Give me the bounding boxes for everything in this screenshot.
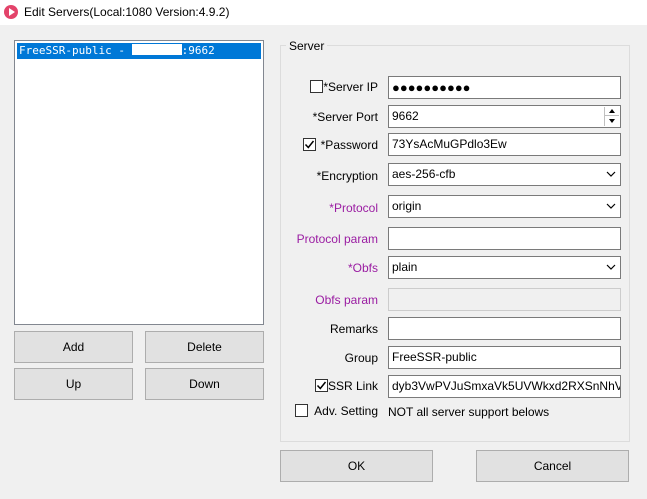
protocol-label: *Protocol [329,201,378,215]
remarks-input[interactable] [388,317,621,340]
protocol-value: origin [392,199,422,213]
window-title: Edit Servers(Local:1080 Version:4.9.2) [24,5,230,19]
password-checkbox[interactable] [303,138,316,151]
check-icon [304,140,315,149]
adv-setting-label[interactable]: Adv. Setting [314,404,378,418]
spin-down-button[interactable] [605,116,619,125]
list-item-port: :9662 [181,44,215,57]
ssr-link-input[interactable]: dyb3VwPVJuSmxaVk5UVWkxd2RXSnNhV00 [388,375,621,398]
password-label: *Password [320,138,378,152]
cancel-button[interactable]: Cancel [476,450,629,482]
server-port-value: 9662 [392,109,419,123]
title-bar: Edit Servers(Local:1080 Version:4.9.2) [0,0,647,25]
ok-button[interactable]: OK [280,450,433,482]
ssr-link-label: SSR Link [327,379,378,393]
add-button[interactable]: Add [14,331,133,363]
spin-up-button[interactable] [605,107,619,116]
up-button[interactable]: Up [14,368,133,400]
delete-button[interactable]: Delete [145,331,264,363]
server-port-label: *Server Port [312,110,378,124]
server-ip-input[interactable]: ●●●●●●●●●● [388,76,621,99]
server-ip-label: *Server IP [323,80,378,94]
chevron-down-icon [606,171,616,177]
obfs-param-label: Obfs param [315,293,378,307]
encryption-label: *Encryption [316,169,378,183]
redacted-address [131,44,182,55]
adv-setting-checkbox[interactable] [295,404,308,417]
list-item-name: FreeSSR-public - [19,44,132,57]
group-input[interactable]: FreeSSR-public [388,346,621,369]
protocol-param-input[interactable] [388,227,621,250]
chevron-down-icon [606,264,616,270]
list-item[interactable]: FreeSSR-public - :9662 [17,43,261,59]
server-list[interactable]: FreeSSR-public - :9662 [14,40,264,325]
adv-setting-note: NOT all server support belows [388,405,550,419]
server-port-stepper[interactable]: 9662 [388,105,621,128]
spinner-arrows-icon[interactable] [604,107,619,126]
down-button[interactable]: Down [145,368,264,400]
encryption-select[interactable]: aes-256-cfb [388,163,621,186]
group-label: Group [344,351,378,365]
remarks-label: Remarks [329,322,378,336]
chevron-down-icon [606,203,616,209]
ssr-link-checkbox[interactable] [315,379,328,392]
encryption-value: aes-256-cfb [392,167,456,181]
password-input[interactable]: 73YsAcMuGPdlo3Ew [388,133,621,156]
app-logo-icon [4,5,18,19]
obfs-select[interactable]: plain [388,256,621,279]
obfs-param-input [388,288,621,311]
server-ip-checkbox[interactable] [310,80,323,93]
server-group-title: Server [286,39,328,53]
obfs-label: *Obfs [347,261,378,275]
protocol-param-label: Protocol param [296,232,378,246]
obfs-value: plain [392,260,418,274]
protocol-select[interactable]: origin [388,195,621,218]
check-icon [316,381,327,390]
